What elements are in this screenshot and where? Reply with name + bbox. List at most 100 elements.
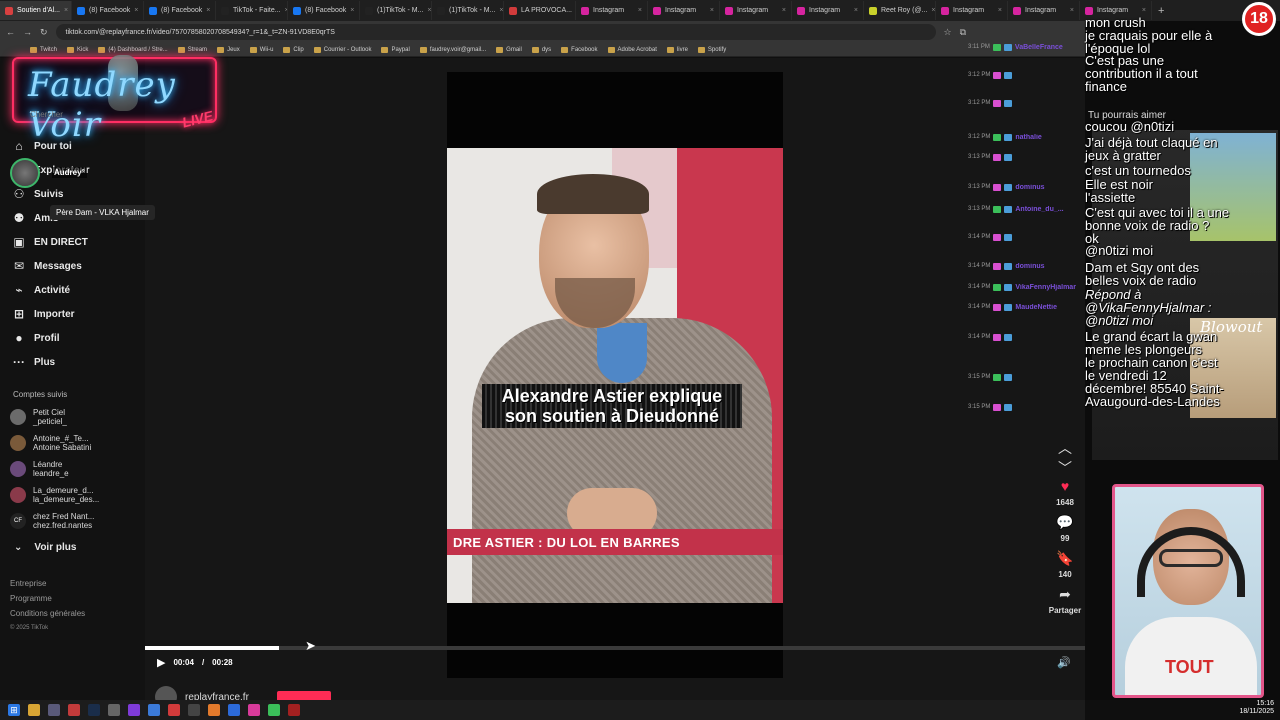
sidebar-item-live[interactable]: ▣ EN DIRECT bbox=[12, 230, 142, 254]
browser-tab[interactable]: (8) Facebook × bbox=[144, 1, 216, 20]
bookmark-item[interactable]: Clip bbox=[283, 46, 304, 53]
browser-tab[interactable]: LA PROVOCA...× bbox=[504, 1, 576, 20]
bookmark-item[interactable]: Courrier - Outlook bbox=[313, 46, 371, 53]
tab-close-icon[interactable]: × bbox=[1142, 7, 1146, 14]
chat-username[interactable]: dominus bbox=[1015, 263, 1044, 270]
volume-icon[interactable]: 🔊 bbox=[1057, 656, 1071, 669]
chat-username[interactable]: nathalie bbox=[1015, 134, 1041, 141]
browser-tab[interactable]: Instagram × bbox=[576, 1, 648, 20]
app-icon-pink[interactable] bbox=[248, 704, 260, 716]
sidebar-item-message[interactable]: ✉ Messages bbox=[12, 254, 142, 278]
chat-username[interactable]: Antoine_du_... bbox=[1015, 206, 1063, 213]
video-progress-bar[interactable] bbox=[145, 646, 1085, 650]
bookmark-item[interactable]: dys bbox=[531, 46, 551, 53]
browser-tab[interactable]: Instagram × bbox=[792, 1, 864, 20]
followed-account[interactable]: Antoine_#_Te... Antoine Sabatini bbox=[10, 430, 140, 456]
bookmark-item[interactable]: Stream bbox=[177, 46, 207, 53]
tab-close-icon[interactable]: × bbox=[854, 7, 858, 14]
bookmark-item[interactable]: Spotify bbox=[697, 46, 726, 53]
bookmark-item[interactable]: faudrey.voir@gmail... bbox=[419, 46, 486, 53]
browser-tab[interactable]: TikTok - Faite...× bbox=[216, 1, 288, 20]
bookmark-icon[interactable]: 🔖 bbox=[1056, 550, 1073, 566]
browser-tab[interactable]: Instagram × bbox=[1008, 1, 1080, 20]
reload-icon[interactable]: ↻ bbox=[40, 27, 48, 38]
footer-link-business[interactable]: Entreprise bbox=[10, 576, 85, 591]
bookmark-item[interactable]: Facebook bbox=[561, 46, 598, 53]
forward-icon[interactable]: → bbox=[23, 27, 32, 37]
app-icon-orange[interactable] bbox=[208, 704, 220, 716]
followed-account[interactable]: CF chez Fred Nant... chez.fred.nantes bbox=[10, 508, 140, 534]
browser-tab[interactable]: (8) Facebook × bbox=[288, 1, 360, 20]
tab-close-icon[interactable]: × bbox=[931, 7, 935, 14]
app-icon[interactable] bbox=[48, 704, 60, 716]
followed-account[interactable]: La_demeure_d... la_demeure_des... bbox=[10, 482, 140, 508]
chrome-icon[interactable] bbox=[168, 704, 180, 716]
bookmark-item[interactable]: Jeux bbox=[217, 46, 240, 53]
search-input[interactable]: Chercher bbox=[30, 110, 63, 119]
browser-tab[interactable]: Instagram × bbox=[648, 1, 720, 20]
twitch-icon[interactable] bbox=[128, 704, 140, 716]
chat-username[interactable]: dominus bbox=[1015, 184, 1044, 191]
bookmark-item[interactable]: livre bbox=[666, 46, 688, 53]
bookmark-item[interactable]: Wii-u bbox=[249, 46, 273, 53]
like-heart-icon[interactable]: ♥ bbox=[1061, 478, 1069, 494]
star-icon[interactable]: ☆ bbox=[944, 27, 952, 38]
chat-username[interactable]: VikaFennyHjalmar bbox=[1015, 284, 1076, 291]
steam-icon[interactable] bbox=[88, 704, 100, 716]
tab-close-icon[interactable]: × bbox=[499, 7, 503, 14]
video-player[interactable]: Alexandre Astier explique son soutien à … bbox=[447, 148, 783, 603]
play-icon[interactable]: ▶ bbox=[157, 656, 165, 669]
sidebar-item-more[interactable]: ··· Plus bbox=[12, 350, 142, 374]
bookmark-item[interactable]: Kick bbox=[67, 46, 88, 53]
app-icon-green[interactable] bbox=[268, 704, 280, 716]
bookmark-item[interactable]: Gmail bbox=[496, 46, 522, 53]
browser-tab[interactable]: Soutien d'Al... × bbox=[0, 1, 72, 20]
share-icon[interactable]: ➦ bbox=[1059, 586, 1071, 602]
tab-close-icon[interactable]: × bbox=[134, 7, 138, 14]
browser-tab[interactable]: Reet Roy (@... × bbox=[864, 1, 936, 20]
bookmark-item[interactable]: Adobe Acrobat bbox=[607, 46, 657, 53]
comment-icon[interactable]: 💬 bbox=[1056, 514, 1073, 530]
back-icon[interactable]: ← bbox=[6, 27, 15, 37]
see-more-button[interactable]: ⌄ Voir plus bbox=[14, 542, 76, 553]
browser-tab[interactable]: Instagram × bbox=[720, 1, 792, 20]
windows-start-icon[interactable]: ⊞ bbox=[8, 704, 20, 716]
browser-tab[interactable]: (1)TikTok - M... × bbox=[360, 1, 432, 20]
down-arrow-icon[interactable]: ﹀ bbox=[1058, 458, 1072, 476]
tab-close-icon[interactable]: × bbox=[638, 7, 642, 14]
obs-icon[interactable] bbox=[188, 704, 200, 716]
sidebar-item-activity[interactable]: ⌁ Activité bbox=[12, 278, 142, 302]
tab-close-icon[interactable]: × bbox=[64, 7, 68, 14]
tab-close-icon[interactable]: × bbox=[710, 7, 714, 14]
sidebar-item-upload[interactable]: ⊞ Importer bbox=[12, 302, 142, 326]
extensions-icon[interactable]: ⧉ bbox=[960, 27, 966, 38]
folder-icon[interactable] bbox=[28, 704, 40, 716]
url-field[interactable]: tiktok.com/@replayfrance.fr/video/757078… bbox=[55, 24, 936, 40]
tab-close-icon[interactable]: × bbox=[998, 7, 1002, 14]
app-icon-blue[interactable] bbox=[228, 704, 240, 716]
chat-username[interactable]: MaudeNettie bbox=[1015, 304, 1057, 311]
new-tab-icon[interactable]: + bbox=[1152, 5, 1170, 17]
tab-close-icon[interactable]: × bbox=[1070, 7, 1074, 14]
footer-link-program[interactable]: Programme bbox=[10, 591, 85, 606]
browser-tab[interactable]: Instagram × bbox=[936, 1, 1008, 20]
browser-tab[interactable]: (8) Facebook × bbox=[72, 1, 144, 20]
app-icon-grey[interactable] bbox=[108, 704, 120, 716]
sidebar-item-label: Messages bbox=[34, 260, 82, 272]
app-icon-red[interactable] bbox=[68, 704, 80, 716]
footer-link-terms[interactable]: Conditions générales bbox=[10, 606, 85, 621]
followed-account[interactable]: Léandre leandre_e bbox=[10, 456, 140, 482]
app-icon-darkred[interactable] bbox=[288, 704, 300, 716]
bookmark-item[interactable]: (4) Dashboard / Stre... bbox=[98, 46, 168, 53]
tab-close-icon[interactable]: × bbox=[350, 7, 354, 14]
bookmark-item[interactable]: Twitch bbox=[30, 46, 57, 53]
discord-icon[interactable] bbox=[148, 704, 160, 716]
sidebar-item-profile[interactable]: ● Profil bbox=[12, 326, 142, 350]
tab-close-icon[interactable]: × bbox=[782, 7, 786, 14]
tab-close-icon[interactable]: × bbox=[427, 7, 431, 14]
browser-tab[interactable]: (1)TikTok - M... × bbox=[432, 1, 504, 20]
chat-username[interactable]: VaBelleFrance bbox=[1015, 44, 1063, 51]
bookmark-item[interactable]: Paypal bbox=[381, 46, 410, 53]
tab-close-icon[interactable]: × bbox=[206, 7, 210, 14]
followed-account[interactable]: Petit Ciel _peticiel_ bbox=[10, 404, 140, 430]
